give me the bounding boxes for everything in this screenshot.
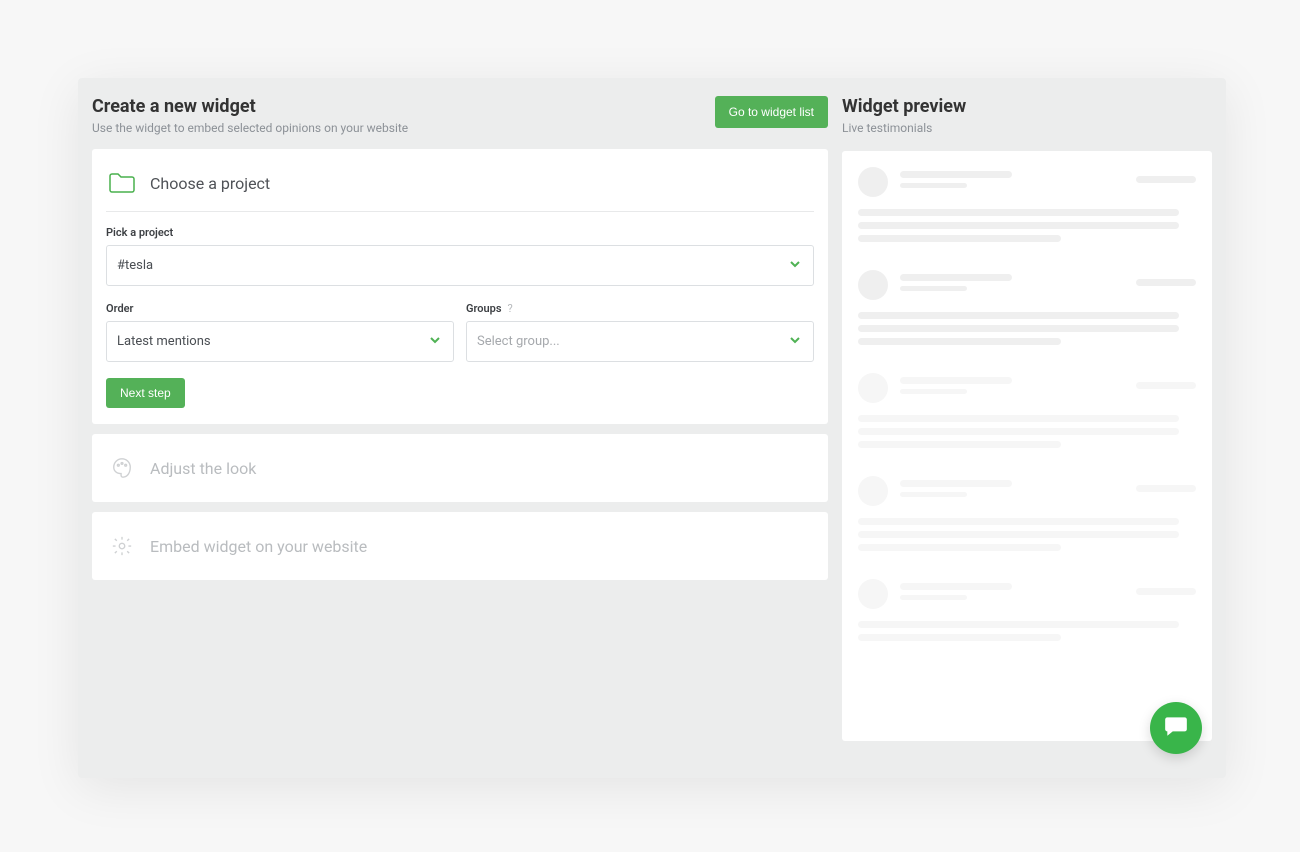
groups-select[interactable]: Select group... xyxy=(466,321,814,362)
avatar xyxy=(858,167,888,197)
folder-icon xyxy=(108,169,136,197)
groups-field: Groups ? Select group... xyxy=(466,302,814,362)
groups-label: Groups ? xyxy=(466,302,814,315)
next-step-button[interactable]: Next step xyxy=(106,378,185,408)
right-column: Widget preview Live testimonials xyxy=(838,78,1226,778)
step-header[interactable]: Choose a project xyxy=(106,165,814,212)
app-window: Create a new widget Use the widget to em… xyxy=(78,78,1226,778)
project-label: Pick a project xyxy=(106,226,814,239)
header-row: Create a new widget Use the widget to em… xyxy=(92,96,828,135)
step-title: Choose a project xyxy=(150,174,270,193)
order-field: Order Latest mentions xyxy=(106,302,454,362)
step-header: Embed widget on your website xyxy=(106,528,814,564)
preview-title: Widget preview xyxy=(842,96,1212,117)
step-actions: Next step xyxy=(106,378,814,408)
gear-icon xyxy=(108,532,136,560)
testimonial-skeleton xyxy=(858,270,1196,345)
project-value: #tesla xyxy=(117,258,153,273)
chevron-down-icon xyxy=(429,334,441,350)
page-subtitle: Use the widget to embed selected opinion… xyxy=(92,121,408,135)
chevron-down-icon xyxy=(789,334,801,350)
groups-placeholder: Select group... xyxy=(477,334,560,349)
chat-icon xyxy=(1163,713,1189,743)
avatar xyxy=(858,579,888,609)
order-groups-row: Order Latest mentions Groups ? xyxy=(106,302,814,362)
step-title: Adjust the look xyxy=(150,459,256,478)
step-title: Embed widget on your website xyxy=(150,537,367,556)
project-field: Pick a project #tesla xyxy=(106,226,814,286)
testimonial-skeleton xyxy=(858,476,1196,551)
step-header: Adjust the look xyxy=(106,450,814,486)
preview-panel xyxy=(842,151,1212,741)
testimonial-skeleton xyxy=(858,579,1196,641)
avatar xyxy=(858,476,888,506)
help-icon[interactable]: ? xyxy=(508,302,513,315)
step-adjust-look[interactable]: Adjust the look xyxy=(92,434,828,502)
testimonial-skeleton xyxy=(858,373,1196,448)
project-select[interactable]: #tesla xyxy=(106,245,814,286)
paint-icon xyxy=(108,454,136,482)
go-to-widget-list-button[interactable]: Go to widget list xyxy=(715,96,828,128)
left-column: Create a new widget Use the widget to em… xyxy=(78,78,838,778)
order-label: Order xyxy=(106,302,454,315)
avatar xyxy=(858,270,888,300)
chevron-down-icon xyxy=(789,258,801,274)
testimonial-skeleton xyxy=(858,167,1196,242)
order-value: Latest mentions xyxy=(117,334,211,349)
avatar xyxy=(858,373,888,403)
content: Create a new widget Use the widget to em… xyxy=(78,78,1226,778)
header-text: Create a new widget Use the widget to em… xyxy=(92,96,408,135)
order-select[interactable]: Latest mentions xyxy=(106,321,454,362)
chat-fab[interactable] xyxy=(1150,702,1202,754)
step-choose-project: Choose a project Pick a project #tesla O… xyxy=(92,149,828,424)
preview-subtitle: Live testimonials xyxy=(842,121,1212,135)
page-title: Create a new widget xyxy=(92,96,408,117)
step-embed-widget[interactable]: Embed widget on your website xyxy=(92,512,828,580)
